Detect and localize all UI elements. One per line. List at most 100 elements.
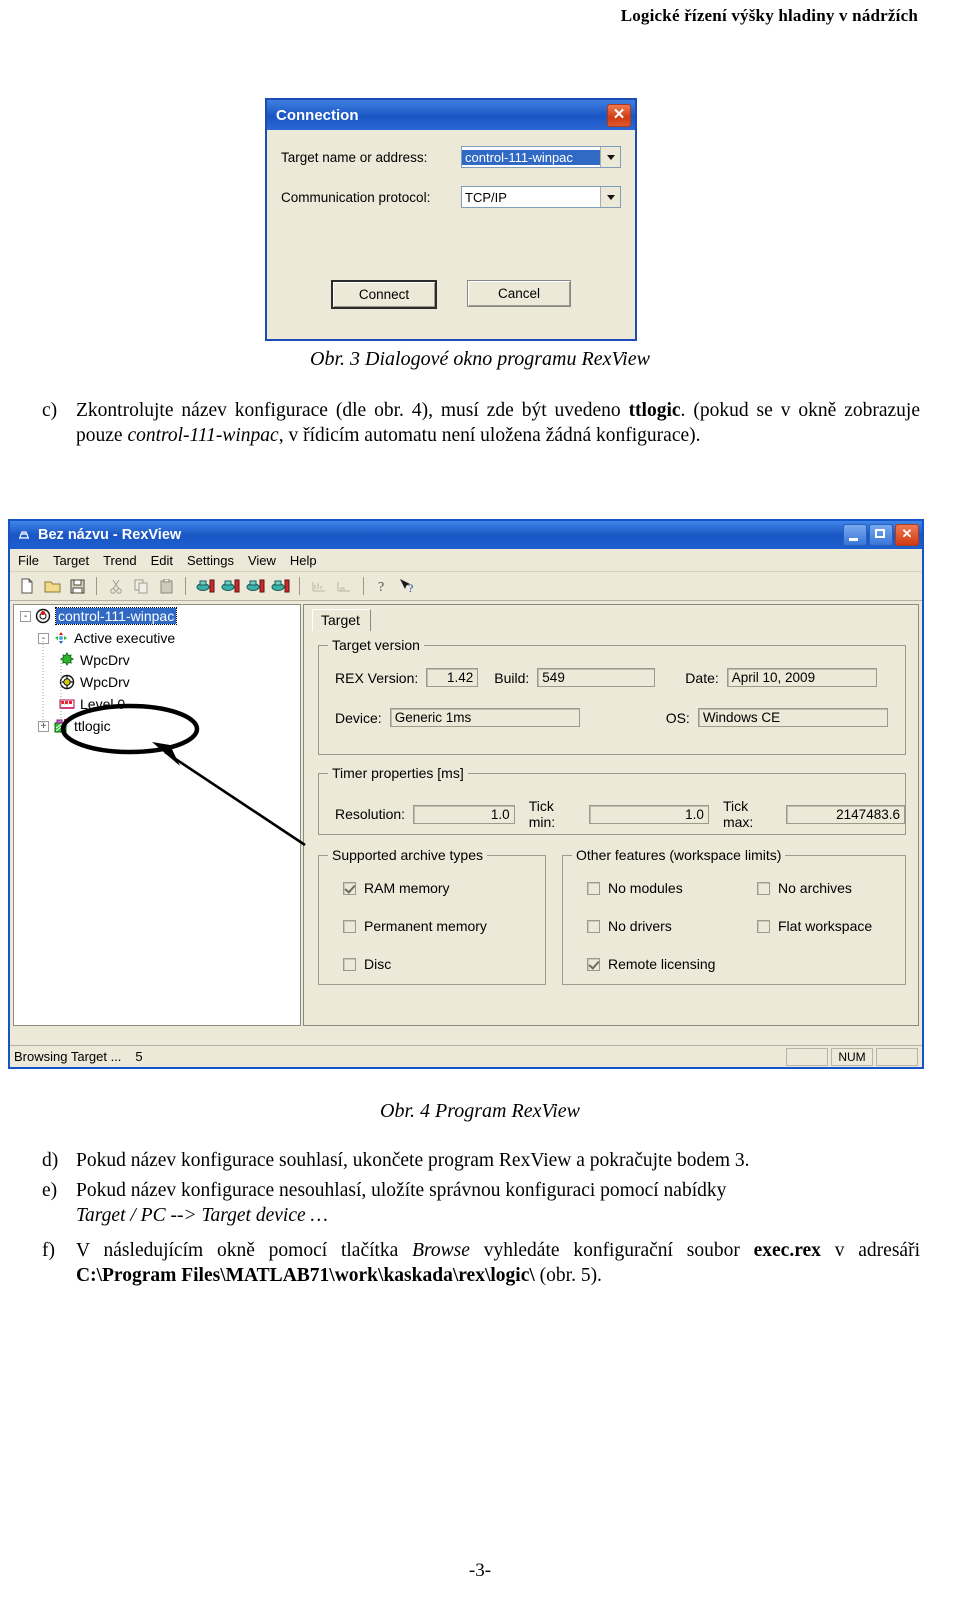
checkbox-icon[interactable]	[343, 957, 356, 971]
trend-icon[interactable]	[308, 576, 330, 597]
target-refresh-icon[interactable]	[244, 576, 266, 597]
context-help-icon[interactable]: ?	[397, 576, 419, 597]
toolbar-separator	[96, 577, 97, 595]
statusbar-cell-empty-1	[786, 1047, 828, 1066]
pc-part3: , v řídicím automatu není uložena žádná …	[278, 425, 701, 447]
checkbox-label: No drivers	[608, 918, 672, 934]
checkbox-icon[interactable]	[757, 919, 770, 933]
copy-icon[interactable]	[130, 576, 152, 597]
new-icon[interactable]	[16, 576, 38, 597]
cut-icon[interactable]	[105, 576, 127, 597]
tree-expander-icon[interactable]: +	[38, 720, 49, 732]
tab-target[interactable]: Target	[312, 609, 371, 631]
menu-help[interactable]: Help	[290, 553, 317, 568]
tick-min-value: 1.0	[588, 804, 709, 824]
checkbox-icon[interactable]	[587, 919, 600, 933]
checkbox-label: RAM memory	[364, 880, 450, 896]
window-buttons: ✕	[843, 524, 919, 546]
checkbox-icon[interactable]	[587, 957, 600, 971]
checkbox-label: Permanent memory	[364, 918, 487, 934]
paste-icon[interactable]	[155, 576, 177, 597]
menu-settings[interactable]: Settings	[187, 553, 234, 568]
chevron-down-icon[interactable]	[600, 147, 620, 167]
other-features-legend: Other features (workspace limits)	[572, 847, 786, 863]
chevron-down-icon[interactable]	[600, 187, 620, 207]
statusbar-num-indicator: NUM	[831, 1047, 873, 1066]
checkbox-icon[interactable]	[757, 881, 770, 895]
connect-button[interactable]: Connect	[331, 280, 437, 309]
help-icon[interactable]: ?	[372, 576, 394, 597]
pf-file: exec.rex	[753, 1240, 821, 1261]
minimize-icon[interactable]	[843, 524, 867, 546]
checkbox-ram-memory[interactable]: RAM memory	[343, 880, 450, 896]
open-icon[interactable]	[41, 576, 63, 597]
target-name-value: control-111-winpac	[462, 149, 600, 165]
running-head: Logické řízení výšky hladiny v nádržích	[620, 6, 918, 25]
target-disconnect-icon[interactable]	[219, 576, 241, 597]
pc-italic: control-111-winpac	[127, 425, 279, 447]
target-name-combobox[interactable]: control-111-winpac	[461, 146, 621, 168]
menu-view[interactable]: View	[248, 553, 276, 568]
checkbox-disc[interactable]: Disc	[343, 956, 391, 972]
pc-part1: Zkontrolujte název konfigurace (dle obr.…	[76, 400, 629, 421]
cancel-button[interactable]: Cancel	[467, 280, 571, 307]
timer-properties-group: Timer properties [ms] Resolution: 1.0 Ti…	[318, 765, 906, 835]
target-properties-pane: Target Target version REX Version: 1.42 …	[303, 604, 919, 1026]
tree-item-level-0[interactable]: Level 0	[14, 693, 300, 715]
device-label: Device:	[335, 709, 382, 726]
checkbox-remote-licensing[interactable]: Remote licensing	[587, 956, 715, 972]
tree-item-control-111-winpac[interactable]: - control-111-winpac	[14, 605, 300, 627]
checkbox-no-modules[interactable]: No modules	[587, 880, 683, 896]
menu-edit[interactable]: Edit	[151, 553, 173, 568]
tree-label: WpcDrv	[80, 674, 130, 690]
menu-trend[interactable]: Trend	[103, 553, 136, 568]
paragraph-d-text: Pokud název konfigurace souhlasí, ukonče…	[76, 1150, 750, 1171]
tree-item-ttlogic[interactable]: + ttlogic	[14, 715, 300, 737]
checkbox-icon[interactable]	[343, 919, 356, 933]
menu-file[interactable]: File	[18, 553, 39, 568]
trend-stop-icon[interactable]	[333, 576, 355, 597]
checkbox-no-drivers[interactable]: No drivers	[587, 918, 672, 934]
maximize-icon[interactable]	[869, 524, 893, 546]
tick-max-value: 2147483.6	[786, 804, 905, 824]
svg-text:?: ?	[378, 580, 384, 594]
protocol-combobox[interactable]: TCP/IP	[461, 186, 621, 208]
pf-part4: (obr. 5).	[534, 1265, 602, 1287]
tree-item-wpcdrv-module[interactable]: WpcDrv	[14, 671, 300, 693]
tree-expander-icon[interactable]: -	[20, 610, 31, 622]
pf-browse: Browse	[412, 1240, 470, 1261]
rexview-titlebar: Bez názvu - RexView ✕	[10, 521, 922, 549]
archive-types-legend: Supported archive types	[328, 847, 487, 863]
tree-expander-icon[interactable]: -	[38, 632, 49, 644]
rex-version-label: REX Version:	[335, 669, 419, 686]
statusbar-message: Browsing Target ...	[14, 1049, 122, 1064]
checkbox-icon[interactable]	[587, 881, 600, 895]
checkbox-no-archives[interactable]: No archives	[757, 880, 852, 896]
paragraph-f-marker: f)	[42, 1240, 55, 1261]
menubar: File Target Trend Edit Settings View Hel…	[10, 549, 922, 572]
tree-item-active-executive[interactable]: - Active executive	[14, 627, 300, 649]
pe-part1: Pokud název konfigurace nesouhlasí, ulož…	[76, 1180, 727, 1201]
checkbox-flat-workspace[interactable]: Flat workspace	[757, 918, 872, 934]
checkbox-label: No archives	[778, 880, 852, 896]
close-icon[interactable]: ✕	[607, 103, 631, 127]
checkbox-icon[interactable]	[343, 881, 356, 895]
other-features-group: Other features (workspace limits) No mod…	[562, 847, 906, 985]
paragraph-e-text: Pokud název konfigurace nesouhlasí, ulož…	[76, 1178, 920, 1229]
checkbox-permanent-memory[interactable]: Permanent memory	[343, 918, 487, 934]
build-value: 549	[537, 668, 656, 687]
tree-item-wpcdrv-driver[interactable]: WpcDrv	[14, 649, 300, 671]
close-icon[interactable]: ✕	[895, 524, 919, 546]
target-download-icon[interactable]	[269, 576, 291, 597]
target-connect-icon[interactable]	[194, 576, 216, 597]
svg-text:?: ?	[408, 581, 413, 594]
figure4-caption: Obr. 4 Program RexView	[380, 1100, 580, 1122]
save-icon[interactable]	[66, 576, 88, 597]
protocol-row: Communication protocol: TCP/IP	[281, 186, 621, 208]
menu-target[interactable]: Target	[53, 553, 89, 568]
rex-app-icon	[16, 527, 32, 543]
target-tree[interactable]: - control-111-winpac - Active executive …	[13, 604, 301, 1026]
pf-part2: vyhledáte konfigurační soubor	[469, 1240, 754, 1261]
tick-min-label: Tick min:	[528, 798, 556, 830]
paragraph-d: d) Pokud název konfigurace souhlasí, uko…	[42, 1148, 920, 1173]
